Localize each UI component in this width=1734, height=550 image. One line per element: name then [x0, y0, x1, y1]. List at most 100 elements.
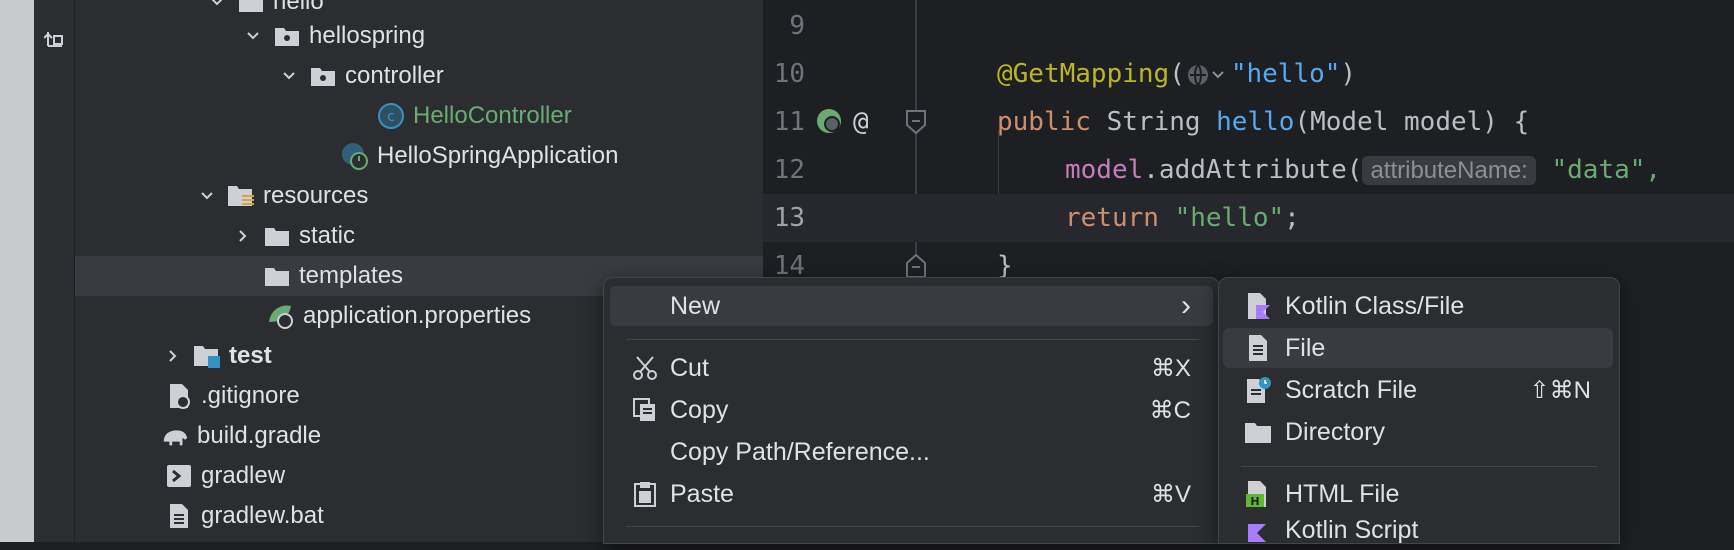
- menu-item-copy-path[interactable]: Copy Path/Reference...: [610, 432, 1213, 472]
- string-token: "data",: [1535, 155, 1662, 185]
- keyword-token: return: [1065, 203, 1159, 233]
- menu-item-label: Kotlin Class/File: [1285, 291, 1465, 320]
- tree-item-label: HelloSpringApplication: [377, 142, 619, 169]
- menu-item-label: HTML File: [1285, 479, 1400, 508]
- shell-script-icon: [165, 463, 193, 489]
- kotlin-file-icon: [1243, 291, 1273, 321]
- folder-icon: [1243, 417, 1273, 447]
- window-edge: [0, 0, 34, 542]
- menu-item-kotlin-script[interactable]: Kotlin Script: [1223, 510, 1613, 550]
- copy-icon: [630, 395, 660, 425]
- menu-item-label: New: [670, 291, 721, 320]
- menu-separator: [626, 526, 1199, 527]
- menu-item-copy[interactable]: Copy ⌘C: [610, 390, 1213, 430]
- tree-item-controller[interactable]: controller: [75, 56, 763, 96]
- menu-separator: [626, 339, 1199, 340]
- clipboard-icon: [630, 479, 660, 509]
- tree-item-label: hellospring: [309, 22, 426, 49]
- scratch-file-icon: [1243, 375, 1273, 405]
- code-line-current[interactable]: 13 return "hello";: [763, 194, 1734, 242]
- menu-item-paste[interactable]: Paste ⌘V: [610, 474, 1213, 514]
- menu-item-label: Scratch File: [1285, 375, 1417, 404]
- menu-item-cut[interactable]: Cut ⌘X: [610, 348, 1213, 388]
- line-number: 13: [773, 203, 805, 233]
- new-submenu: Kotlin Class/File File Scratch File ⇧⌘N …: [1218, 277, 1620, 544]
- package-folder-icon: [309, 63, 337, 89]
- menu-item-label: Paste: [670, 479, 734, 508]
- tree-item-label: resources: [263, 182, 369, 209]
- menu-item-new[interactable]: New ›: [610, 286, 1213, 326]
- spring-boot-class-icon: [341, 143, 369, 170]
- menu-item-scratch-file[interactable]: Scratch File ⇧⌘N: [1223, 370, 1613, 410]
- string-token: "hello": [1158, 203, 1285, 233]
- chevron-down-icon[interactable]: [277, 64, 301, 88]
- fold-icon[interactable]: [905, 109, 927, 135]
- tree-item-resources[interactable]: resources: [75, 176, 763, 216]
- parameter-hint: attributeName:: [1362, 156, 1536, 185]
- class-icon: c: [377, 103, 405, 129]
- package-folder-icon: [237, 0, 265, 15]
- menu-item-file[interactable]: File: [1223, 328, 1613, 368]
- menu-shortcut: ⌘V: [1150, 480, 1191, 508]
- code-line[interactable]: 12 model.addAttribute(attributeName: "da…: [763, 146, 1734, 194]
- gradle-elephant-icon: [161, 423, 189, 449]
- menu-item-label: Cut: [670, 353, 709, 382]
- tree-item-label: build.gradle: [197, 422, 322, 449]
- chevron-down-icon[interactable]: [195, 184, 219, 208]
- code-line[interactable]: 9: [763, 2, 1734, 50]
- annotation-token: @GetMapping: [997, 59, 1170, 89]
- test-folder-icon: [193, 343, 221, 369]
- file-icon: [1243, 333, 1273, 363]
- svg-text:c: c: [387, 109, 395, 125]
- tree-item-label: application.properties: [303, 302, 532, 329]
- menu-item-label: Directory: [1285, 417, 1386, 446]
- tree-item-label: controller: [345, 62, 444, 89]
- html-file-icon: H: [1243, 479, 1273, 509]
- params-token: (Model model) {: [1294, 107, 1530, 137]
- folder-icon: [263, 263, 291, 289]
- tree-item-hellospringapplication[interactable]: HelloSpringApplication: [75, 136, 763, 176]
- tree-item-label: test: [229, 342, 272, 369]
- text-file-icon: [165, 503, 193, 529]
- method-name-token: hello: [1216, 107, 1295, 137]
- autowired-gutter-icon[interactable]: @: [853, 107, 869, 137]
- variable-token: model: [1065, 155, 1144, 185]
- menu-item-directory[interactable]: Directory: [1223, 412, 1613, 452]
- chevron-right-icon[interactable]: [161, 344, 185, 368]
- tree-item-hellocontroller[interactable]: c HelloController: [75, 96, 763, 136]
- resources-folder-icon: [227, 183, 255, 209]
- keyword-token: public: [997, 107, 1091, 137]
- web-endpoint-icon[interactable]: [1185, 62, 1231, 88]
- spring-web-gutter-icon[interactable]: [815, 107, 845, 137]
- semicolon-token: ;: [1284, 203, 1300, 233]
- menu-item-label: Copy: [670, 395, 729, 424]
- tree-item-static[interactable]: static: [75, 216, 763, 256]
- menu-item-label: Copy Path/Reference...: [670, 437, 930, 466]
- project-tool-stripe: Pu: [34, 0, 100, 542]
- string-token: "hello": [1230, 59, 1341, 89]
- menu-shortcut: ⌘X: [1150, 354, 1191, 382]
- code-line[interactable]: 11 @ public String hello(Model model) {: [763, 98, 1734, 146]
- menu-item-kotlin-class[interactable]: Kotlin Class/File: [1223, 286, 1613, 326]
- type-token: String: [1090, 107, 1217, 137]
- chevron-down-icon[interactable]: [205, 0, 229, 14]
- fold-end-icon[interactable]: [905, 253, 927, 279]
- tree-item-label: hello: [273, 0, 324, 15]
- menu-item-html-file[interactable]: H HTML File: [1223, 474, 1613, 514]
- menu-shortcut: ⇧⌘N: [1529, 376, 1591, 404]
- menu-shortcut: ⌘C: [1149, 396, 1191, 424]
- call-token: .addAttribute(: [1143, 155, 1363, 185]
- scissors-icon: [630, 353, 660, 383]
- paren-token: ): [1340, 59, 1357, 89]
- pull-requests-icon[interactable]: [44, 28, 66, 50]
- kotlin-script-icon: [1243, 515, 1273, 545]
- menu-item-label: Kotlin Script: [1285, 515, 1419, 544]
- tree-item-label: static: [299, 222, 356, 249]
- tree-item-hellospring[interactable]: hellospring: [75, 16, 763, 56]
- tree-item-label: gradlew: [201, 462, 286, 489]
- menu-separator: [1241, 466, 1597, 467]
- line-number: 9: [789, 11, 805, 41]
- chevron-down-icon[interactable]: [241, 24, 265, 48]
- code-line[interactable]: 10 @GetMapping("hello"): [763, 50, 1734, 98]
- chevron-right-icon[interactable]: [231, 224, 255, 248]
